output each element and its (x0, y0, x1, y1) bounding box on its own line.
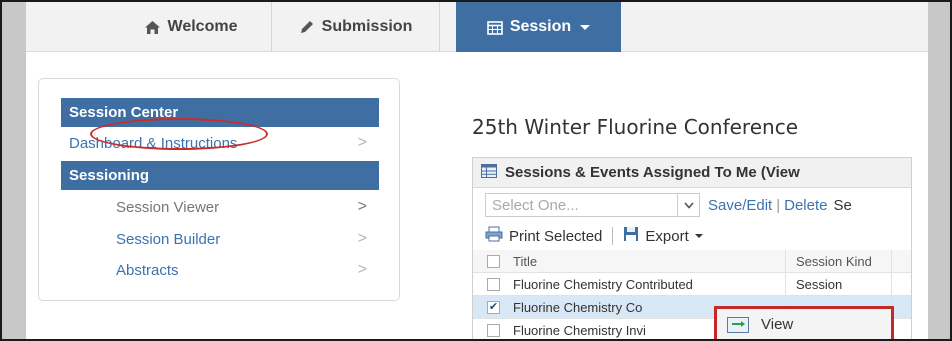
cell-title: Fluorine Chemistry Invi (513, 323, 646, 338)
toolbar-divider (612, 227, 614, 245)
column-header-session-kind[interactable]: Session Kind (785, 250, 872, 273)
tab-session[interactable]: Session (456, 2, 621, 52)
link-divider: | (776, 196, 781, 214)
cell-session-kind: Session (785, 273, 842, 296)
save-icon (623, 226, 639, 246)
table-header-row: Title Session Kind (473, 250, 911, 273)
screenshot-frame: Welcome Submission Session Session Cente… (0, 0, 952, 341)
session-select[interactable]: Select One... (485, 193, 700, 217)
table-row[interactable]: Fluorine Chemistry Contributed Session (473, 273, 911, 296)
pencil-icon (299, 19, 315, 35)
row-checkbox[interactable] (487, 324, 500, 337)
cell-title: Fluorine Chemistry Contributed (513, 277, 693, 292)
tab-submission[interactable]: Submission (272, 2, 440, 52)
sidebar-panel: Session Center Dashboard & Instructions … (38, 78, 400, 301)
highlight-oval (90, 118, 268, 150)
top-navbar: Welcome Submission Session (26, 2, 928, 52)
sidebar-item-session-builder[interactable]: Session Builder > (61, 224, 379, 254)
table-icon (481, 163, 497, 182)
select-all-checkbox[interactable] (487, 255, 500, 268)
cell-title: Fluorine Chemistry Co (513, 300, 643, 315)
export-button[interactable]: Export (645, 228, 688, 245)
right-gutter (928, 2, 950, 339)
grid-title: Sessions & Events Assigned To Me (View (505, 164, 800, 181)
home-icon (144, 20, 161, 35)
sidebar-item-label: Session Viewer (116, 198, 220, 216)
chevron-down-icon (580, 24, 591, 30)
grid-toolbar-export: Print Selected Export (473, 222, 911, 250)
sidebar-item-abstracts[interactable]: Abstracts > (61, 255, 379, 285)
calendar-icon (487, 20, 503, 35)
grid-header: Sessions & Events Assigned To Me (View (473, 158, 911, 188)
print-selected-button[interactable]: Print Selected (509, 228, 602, 245)
tab-session-label: Session (509, 18, 572, 35)
row-checkbox[interactable]: ✔ (487, 301, 500, 314)
left-gutter (2, 2, 26, 339)
tab-submission-label: Submission (321, 18, 413, 35)
chevron-right-icon: > (357, 261, 367, 278)
chevron-right-icon: > (357, 134, 367, 151)
column-divider (891, 273, 892, 296)
printer-icon (485, 226, 503, 246)
view-icon (727, 316, 749, 333)
chevron-right-icon: > (357, 198, 367, 215)
grid-toolbar-actions: Select One... Save/Edit | Delete Se (473, 188, 911, 222)
chevron-down-icon (677, 194, 699, 216)
sidebar-item-session-viewer[interactable]: Session Viewer > (61, 192, 379, 222)
sidebar-item-label: Session Builder (116, 230, 221, 248)
delete-link[interactable]: Delete (784, 197, 827, 214)
sidebar-item-label: Abstracts (116, 261, 179, 279)
chevron-right-icon: > (357, 230, 367, 247)
column-header-title[interactable]: Title (513, 250, 537, 273)
save-edit-link[interactable]: Save/Edit (708, 197, 772, 214)
column-divider (891, 250, 892, 273)
context-menu-view[interactable]: View (714, 306, 894, 339)
context-menu-view-label: View (761, 316, 794, 333)
truncated-text: Se (833, 196, 852, 214)
row-checkbox[interactable] (487, 278, 500, 291)
tab-welcome-label: Welcome (167, 18, 238, 35)
tab-welcome[interactable]: Welcome (110, 2, 272, 52)
chevron-down-icon (694, 234, 703, 238)
page-title: 25th Winter Fluorine Conference (472, 115, 798, 139)
sidebar-header-sessioning: Sessioning (61, 161, 379, 190)
select-placeholder: Select One... (492, 196, 579, 214)
